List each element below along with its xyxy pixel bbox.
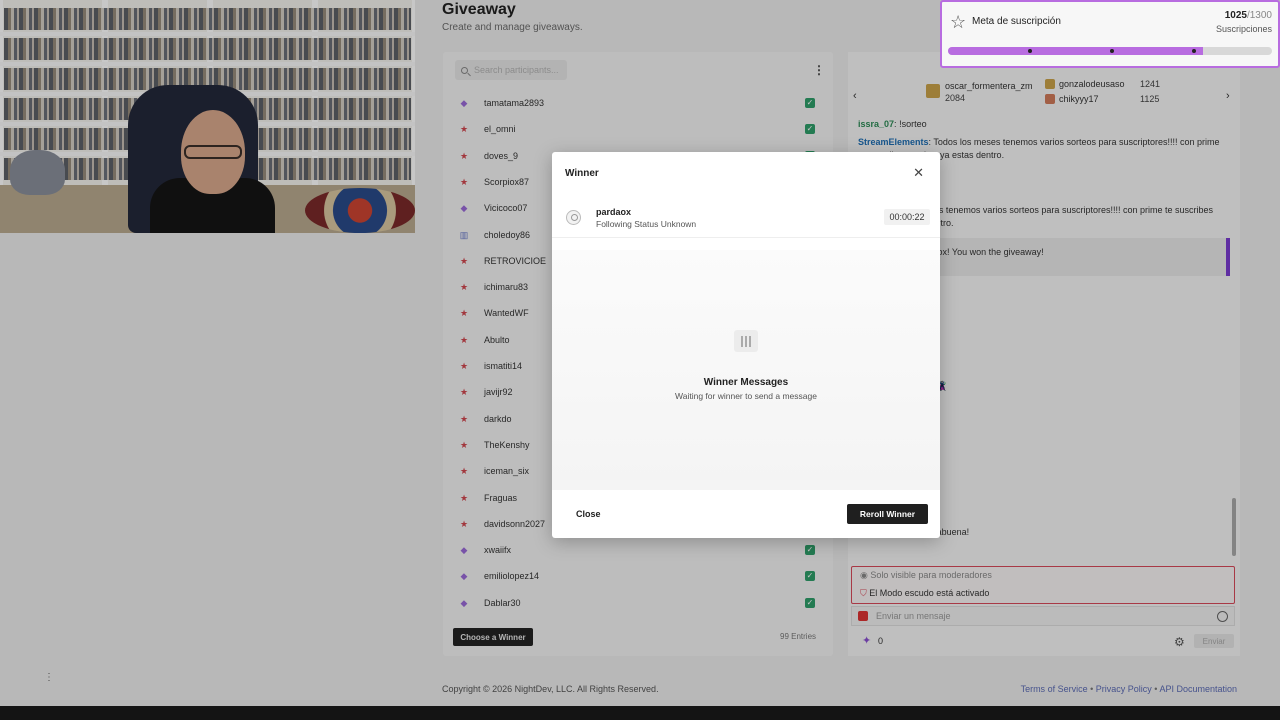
- close-icon[interactable]: ✕: [913, 166, 924, 180]
- user-avatar-icon: [566, 210, 581, 225]
- subscription-goal-widget: ☆ Meta de suscripción 1025/1300 Suscripc…: [940, 0, 1280, 68]
- reroll-winner-button[interactable]: Reroll Winner: [847, 504, 928, 524]
- goal-progress-bar: [948, 47, 1272, 55]
- close-button[interactable]: Close: [565, 504, 609, 524]
- milestone-marker: [1028, 49, 1032, 53]
- winner-status: Following Status Unknown: [596, 219, 697, 229]
- app-window: Giveaway Create and manage giveaways. ⋮ …: [0, 0, 1280, 706]
- milestone-marker: [1192, 49, 1196, 53]
- winner-row: pardaox Following Status Unknown 00:00:2…: [552, 200, 940, 238]
- modal-title: Winner: [565, 168, 599, 179]
- goal-title: Meta de suscripción: [972, 16, 1061, 27]
- milestone-marker: [1110, 49, 1114, 53]
- message-bars-icon: [734, 330, 758, 352]
- bottom-bar: [0, 706, 1280, 720]
- winner-messages-subtitle: Waiting for winner to send a message: [675, 391, 817, 401]
- winner-name: pardaox: [596, 207, 632, 217]
- goal-count: 1025/1300: [1224, 10, 1272, 21]
- goal-label: Suscripciones: [1215, 24, 1272, 34]
- winner-messages-area: Winner Messages Waiting for winner to se…: [552, 250, 940, 490]
- winner-timer: 00:00:22: [884, 209, 930, 225]
- star-icon: ☆: [950, 12, 967, 32]
- winner-messages-title: Winner Messages: [703, 377, 789, 388]
- goal-progress-fill: [948, 47, 1204, 55]
- winner-modal: Winner ✕ pardaox Following Status Unknow…: [552, 152, 940, 538]
